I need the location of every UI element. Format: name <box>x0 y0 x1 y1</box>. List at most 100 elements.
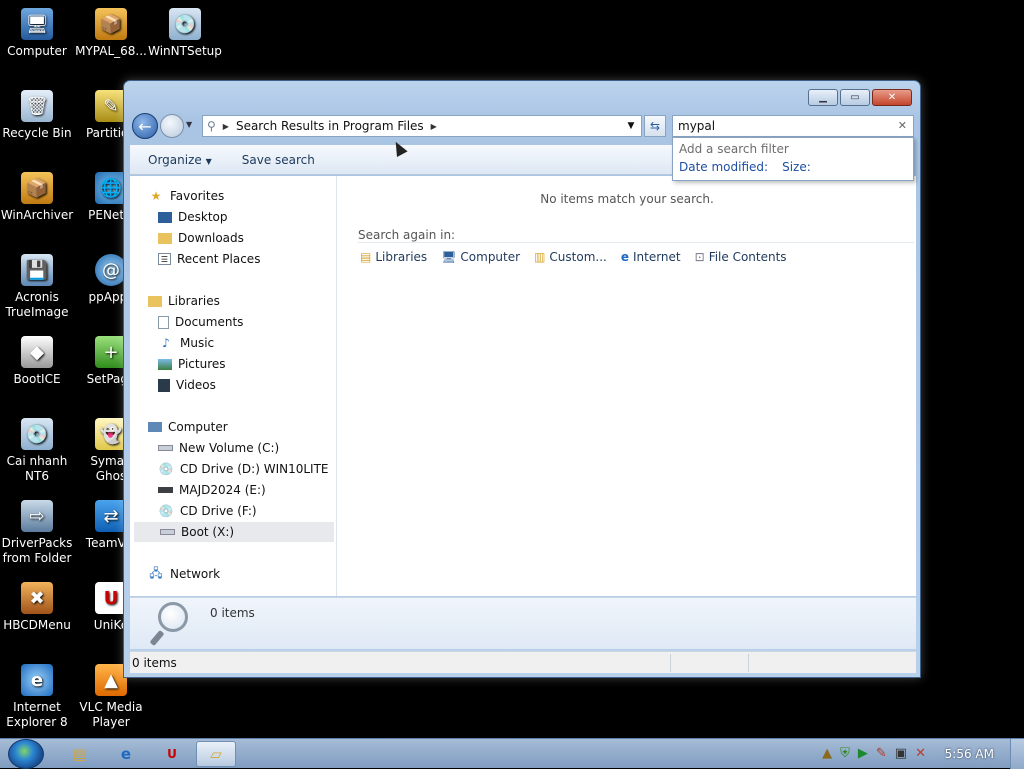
nav-favorites[interactable]: ★ Favorites <box>148 186 225 206</box>
downloads-folder-icon <box>158 232 172 244</box>
nav-drive-x[interactable]: Boot (X:) <box>134 522 334 542</box>
nav-videos[interactable]: Videos <box>158 375 216 395</box>
desktop-icon-hbcdmenu[interactable]: ✖ HBCDMenu <box>0 582 74 633</box>
explorer-window: ▁ ▭ ✕ ← ▼ ⚲ ▶ Search Results in Program … <box>123 80 921 678</box>
status-divider <box>670 654 671 672</box>
maximize-button[interactable]: ▭ <box>840 89 870 106</box>
videos-icon <box>158 378 170 392</box>
search-filter-hint: Add a search filter <box>679 142 789 156</box>
filter-date-modified[interactable]: Date modified: <box>679 160 768 174</box>
chevron-right-icon: ▶ <box>222 121 229 131</box>
desktop-icon-acronis[interactable]: 💾 Acronis TrueImage <box>0 254 74 320</box>
recent-pages-dropdown[interactable]: ▼ <box>186 120 192 129</box>
forward-button[interactable] <box>160 114 184 138</box>
desktop-icon-computer[interactable]: 🖥 Computer <box>0 8 74 59</box>
nav-libraries[interactable]: Libraries <box>148 291 220 311</box>
desktop-icon <box>158 211 172 223</box>
desktop-icon-driverpacks[interactable]: ⇨ DriverPacks from Folder <box>0 500 74 566</box>
show-desktop-button[interactable] <box>1010 739 1024 769</box>
save-search-button[interactable]: Save search <box>242 153 315 167</box>
nav-drive-d[interactable]: 💿 CD Drive (D:) WIN10LITE <box>158 459 329 479</box>
ie-icon: e <box>120 745 132 763</box>
desktop-icon-winntsetup[interactable]: 💿 WinNTSetup <box>148 8 222 59</box>
desktop-icon-winarchiver[interactable]: 📦 WinArchiver <box>0 172 74 223</box>
tray-play-icon[interactable]: ▶ <box>858 746 868 761</box>
magnifier-lens <box>158 602 188 632</box>
file-contents-icon: ⊡ <box>694 250 705 264</box>
nav-documents[interactable]: Documents <box>158 312 243 332</box>
chevron-down-icon: ▼ <box>205 156 212 166</box>
install-icon: 💿 <box>21 418 53 450</box>
nav-pictures[interactable]: Pictures <box>158 354 226 374</box>
bootice-icon: ◆ <box>21 336 53 368</box>
search-again-custom[interactable]: ▥ Custom... <box>534 250 607 264</box>
search-value: mypal <box>678 119 716 133</box>
search-again-computer[interactable]: 🖥 Computer <box>441 250 520 264</box>
details-pane: 0 items <box>130 597 916 649</box>
search-again-libraries[interactable]: ▤ Libraries <box>360 250 427 264</box>
cd-drive-icon: 💿 <box>158 462 174 476</box>
taskbar-explorer[interactable]: ▤ <box>60 741 100 767</box>
desktop-icon-bootice[interactable]: ◆ BootICE <box>0 336 74 387</box>
clear-search-icon[interactable]: ✕ <box>898 119 907 132</box>
libraries-icon <box>148 295 162 307</box>
search-again-label: Search again in: <box>358 228 456 242</box>
close-button[interactable]: ✕ <box>872 89 912 106</box>
magnifier-handle <box>149 629 165 647</box>
computer-icon: 🖥 <box>21 8 53 40</box>
nav-computer[interactable]: Computer <box>148 417 228 437</box>
libraries-icon: ▤ <box>360 250 372 264</box>
pictures-icon <box>158 358 172 370</box>
window-controls: ▁ ▭ ✕ <box>808 89 912 106</box>
hard-drive-icon <box>160 529 175 535</box>
desktop-icon-mypal[interactable]: 📦 MYPAL_68... <box>74 8 148 59</box>
package-icon: 📦 <box>95 8 127 40</box>
filter-size[interactable]: Size: <box>782 160 811 174</box>
desktop-icon-cai-nhanh[interactable]: 💿 Cai nhanh NT6 <box>0 418 74 484</box>
computer-icon: 🖥 <box>441 250 457 264</box>
search-again-internet[interactable]: e Internet <box>621 250 681 264</box>
taskbar: ▤ e U ▱ ▲ ⛨ ▶ ✎ ▣ ✕ 5:56 AM <box>0 738 1024 769</box>
desktop-icon-recycle-bin[interactable]: 🗑 Recycle Bin <box>0 90 74 141</box>
tray-app-icon[interactable]: ▲ <box>822 746 832 761</box>
nav-drive-c[interactable]: New Volume (C:) <box>158 438 279 458</box>
tray-monitor-icon[interactable]: ▣ <box>895 746 907 761</box>
music-icon: ♪ <box>162 336 170 350</box>
tray-shield-icon[interactable]: ⛨ <box>840 746 850 761</box>
tray-volume-muted-icon[interactable]: ✕ <box>915 746 926 761</box>
tray-tool-icon[interactable]: ✎ <box>876 746 887 761</box>
nav-recent-places[interactable]: ☰ Recent Places <box>158 249 260 269</box>
desktop-icon-internet-explorer[interactable]: e Internet Explorer 8 <box>0 664 74 730</box>
network-icon: 🖧 <box>149 565 163 580</box>
taskbar-search-window[interactable]: ▱ <box>196 741 236 767</box>
chevron-right-icon[interactable]: ▶ <box>428 122 440 131</box>
hard-drive-icon <box>158 445 173 451</box>
search-again-file-contents[interactable]: ⊡ File Contents <box>695 250 787 264</box>
minimize-button[interactable]: ▁ <box>808 89 838 106</box>
taskbar-unikey[interactable]: U <box>152 741 192 767</box>
refresh-button[interactable]: ⇆ <box>644 115 666 137</box>
address-segment[interactable]: Search Results in Program Files <box>232 119 428 133</box>
taskbar-ie[interactable]: e <box>106 741 146 767</box>
search-again-options: ▤ Libraries 🖥 Computer ▥ Custom... e Interne… <box>360 250 787 264</box>
unikey-icon: U <box>167 747 177 761</box>
address-dropdown-icon[interactable]: ▼ <box>621 116 641 136</box>
star-icon: ★ <box>150 189 162 203</box>
divider <box>358 242 914 243</box>
nav-desktop[interactable]: Desktop <box>158 207 228 227</box>
search-input[interactable]: mypal ✕ <box>672 115 914 137</box>
back-button[interactable]: ← <box>132 113 158 139</box>
start-button[interactable] <box>8 739 44 769</box>
cd-drive-icon: 💿 <box>158 504 174 518</box>
organize-button[interactable]: Organize ▼ <box>148 153 212 167</box>
nav-drive-e[interactable]: MAJD2024 (E:) <box>158 480 266 500</box>
nav-downloads[interactable]: Downloads <box>158 228 244 248</box>
navigation-pane: ★ Favorites Desktop Downloads ☰ Recent P… <box>130 176 337 596</box>
address-bar[interactable]: ⚲ ▶ Search Results in Program Files ▶ ▼ <box>202 115 642 137</box>
nav-network[interactable]: 🖧 Network <box>148 564 220 584</box>
nav-drive-f[interactable]: 💿 CD Drive (F:) <box>158 501 257 521</box>
taskbar-clock[interactable]: 5:56 AM <box>945 747 994 761</box>
custom-folder-icon: ▥ <box>534 250 546 264</box>
search-suggestions-dropdown: Add a search filter Date modified: Size: <box>672 137 914 181</box>
nav-music[interactable]: ♪ Music <box>158 333 214 353</box>
